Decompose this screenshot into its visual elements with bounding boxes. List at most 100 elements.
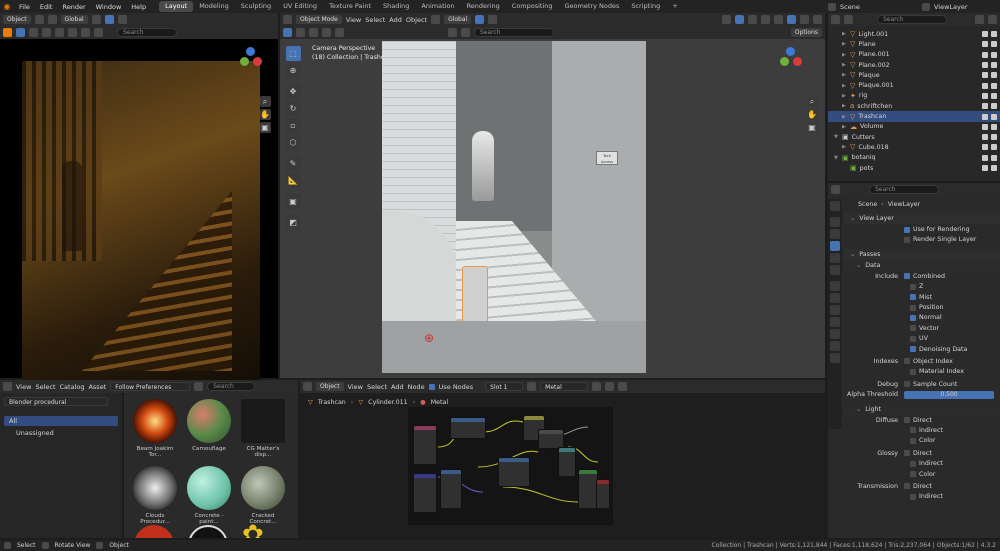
gizmo-toggle-icon[interactable]	[735, 15, 744, 24]
node[interactable]	[498, 457, 530, 487]
material-index-checkbox[interactable]: Material Index	[844, 367, 1000, 377]
node[interactable]	[440, 469, 462, 509]
particles-tab-icon[interactable]	[830, 305, 840, 315]
outliner-item[interactable]: ▶ a schriftchen	[828, 101, 1000, 111]
outliner-collection[interactable]: ▼ ▣ Cutters	[828, 132, 1000, 142]
menu-file[interactable]: File	[14, 3, 35, 11]
data-subpanel-header[interactable]: ⌄ Data	[844, 260, 1000, 272]
tab-uv-editing[interactable]: UV Editing	[277, 1, 323, 12]
asset-tile[interactable]: Camouflage	[184, 399, 234, 452]
tab-texture-paint[interactable]: Texture Paint	[323, 1, 377, 12]
node[interactable]	[538, 429, 564, 449]
scene-name[interactable]: Scene	[840, 3, 860, 11]
node[interactable]	[578, 469, 598, 509]
outliner-item[interactable]: ▣ pots	[828, 163, 1000, 173]
menu-edit[interactable]: Edit	[35, 3, 58, 11]
asset-menu-catalog[interactable]: Catalog	[60, 383, 85, 391]
viewport-menu-object[interactable]: Object	[406, 16, 427, 24]
tool-tab-icon[interactable]	[830, 201, 840, 211]
select-box-icon[interactable]	[16, 28, 25, 37]
tab-scripting[interactable]: Scripting	[625, 1, 666, 12]
shading-material-icon[interactable]	[94, 28, 103, 37]
asset-tile[interactable]: Beam Joakim Tor...	[130, 399, 180, 458]
diffuse-direct-row[interactable]: Diffuse Direct	[844, 415, 1000, 425]
cursor-tool[interactable]: ⊕	[285, 63, 301, 78]
xray-icon[interactable]	[761, 15, 770, 24]
proportional-icon[interactable]	[117, 15, 127, 24]
pass-position-checkbox[interactable]: Position	[844, 302, 1000, 312]
outliner-item[interactable]: ▶ ▽ Plaque	[828, 70, 1000, 80]
properties-search-input[interactable]: Search	[869, 185, 939, 194]
node[interactable]	[450, 417, 486, 439]
blender-logo-icon[interactable]: ◉	[0, 2, 14, 11]
pass-mist-checkbox[interactable]: Mist	[844, 292, 1000, 302]
viewport-menu-view[interactable]: View	[346, 16, 361, 24]
glossy-direct-row[interactable]: Glossy Direct	[844, 448, 1000, 458]
material-shading-icon[interactable]	[800, 15, 809, 24]
flower-thumbnail-icon[interactable]: ✿	[242, 522, 282, 538]
tab-geometry-nodes[interactable]: Geometry Nodes	[559, 1, 626, 12]
select-invert-icon[interactable]	[322, 28, 331, 37]
view-icon[interactable]	[34, 15, 44, 24]
extra-tool[interactable]: ◩	[285, 215, 301, 230]
shading-solid-icon[interactable]	[81, 28, 90, 37]
add-cube-tool[interactable]: ▣	[285, 194, 301, 209]
asset-menu-select[interactable]: Select	[35, 383, 55, 391]
node-editor-canvas[interactable]: ▽ Trashcan › ▽ Cylinder.011 › ● Metal	[300, 393, 825, 538]
menu-help[interactable]: Help	[126, 3, 151, 11]
display-size-icon[interactable]	[194, 382, 204, 391]
move-icon[interactable]	[47, 15, 57, 24]
select-box-tool[interactable]: ⬚	[285, 46, 301, 61]
navigation-gizmo-left[interactable]	[240, 47, 262, 69]
slot-dropdown[interactable]: Slot 1	[485, 382, 524, 391]
viewlayer-name[interactable]: ViewLayer	[934, 3, 968, 11]
asset-library-dropdown[interactable]: Blender procedural	[4, 397, 108, 406]
pass-uv-checkbox[interactable]: UV	[844, 334, 1000, 344]
physics-tab-icon[interactable]	[830, 317, 840, 327]
include-combined-row[interactable]: Include Combined	[844, 271, 1000, 281]
outliner-collection[interactable]: ▼ ▣ botaniq	[828, 153, 1000, 163]
solid-shading-icon[interactable]	[787, 15, 796, 24]
mode-dropdown[interactable]: Object Mode	[296, 15, 342, 24]
outliner-item[interactable]: ▶ ✦ rig	[828, 91, 1000, 101]
shader-type-dropdown[interactable]: Object	[316, 382, 344, 391]
select-intersect-icon[interactable]	[335, 28, 344, 37]
annotate-tool[interactable]: ✎	[285, 156, 301, 171]
asset-thumbnail-partial[interactable]	[188, 525, 228, 538]
menu-render[interactable]: Render	[57, 3, 90, 11]
zoom-icon[interactable]: ⌕	[259, 96, 271, 107]
indexes-object-row[interactable]: Indexes Object Index	[844, 356, 1000, 366]
object-type-icon[interactable]	[42, 28, 51, 37]
render-view[interactable]: ⌕ ✋ ▣	[0, 39, 278, 395]
object-tab-icon[interactable]	[830, 281, 840, 291]
left-mode-dropdown[interactable]: Object	[3, 15, 31, 24]
pass-vector-checkbox[interactable]: Vector	[844, 323, 1000, 333]
catalog-unassigned[interactable]: Unassigned	[4, 428, 118, 438]
filter-icon[interactable]	[448, 28, 457, 37]
node-editor-icon[interactable]	[303, 382, 312, 391]
asset-tile[interactable]: Cracked Concret...	[238, 466, 288, 525]
select-tool-mode-icon[interactable]	[283, 28, 292, 37]
node-menu-select[interactable]: Select	[367, 383, 387, 391]
asset-tile[interactable]: Clouds Procedur...	[130, 466, 180, 525]
output-tab-icon[interactable]	[830, 229, 840, 239]
properties-editor-icon[interactable]	[831, 185, 840, 194]
add-workspace-button[interactable]: +	[666, 1, 683, 12]
scene-tab-icon[interactable]	[830, 253, 840, 263]
node-menu-node[interactable]: Node	[408, 383, 425, 391]
alpha-threshold-field[interactable]: 0.500	[904, 390, 994, 399]
node-menu-view[interactable]: View	[348, 383, 363, 391]
snap-icon[interactable]	[104, 15, 114, 24]
transmission-indirect-checkbox[interactable]: Indirect	[844, 492, 1000, 502]
viewport-search-input[interactable]: Search	[474, 28, 554, 37]
viewport-zoom-icon[interactable]: ⌕	[806, 96, 818, 107]
viewport-menu-select[interactable]: Select	[365, 16, 385, 24]
menu-window[interactable]: Window	[91, 3, 127, 11]
node[interactable]	[558, 447, 576, 477]
visibility-icon[interactable]	[722, 15, 731, 24]
glossy-indirect-checkbox[interactable]: Indirect	[844, 458, 1000, 468]
outliner-search-input[interactable]: Search	[877, 15, 947, 24]
outliner-item[interactable]: ▶ ▽ Plaque.001	[828, 80, 1000, 90]
pass-normal-checkbox[interactable]: Normal	[844, 313, 1000, 323]
debug-sample-count-row[interactable]: Debug Sample Count	[844, 379, 1000, 389]
